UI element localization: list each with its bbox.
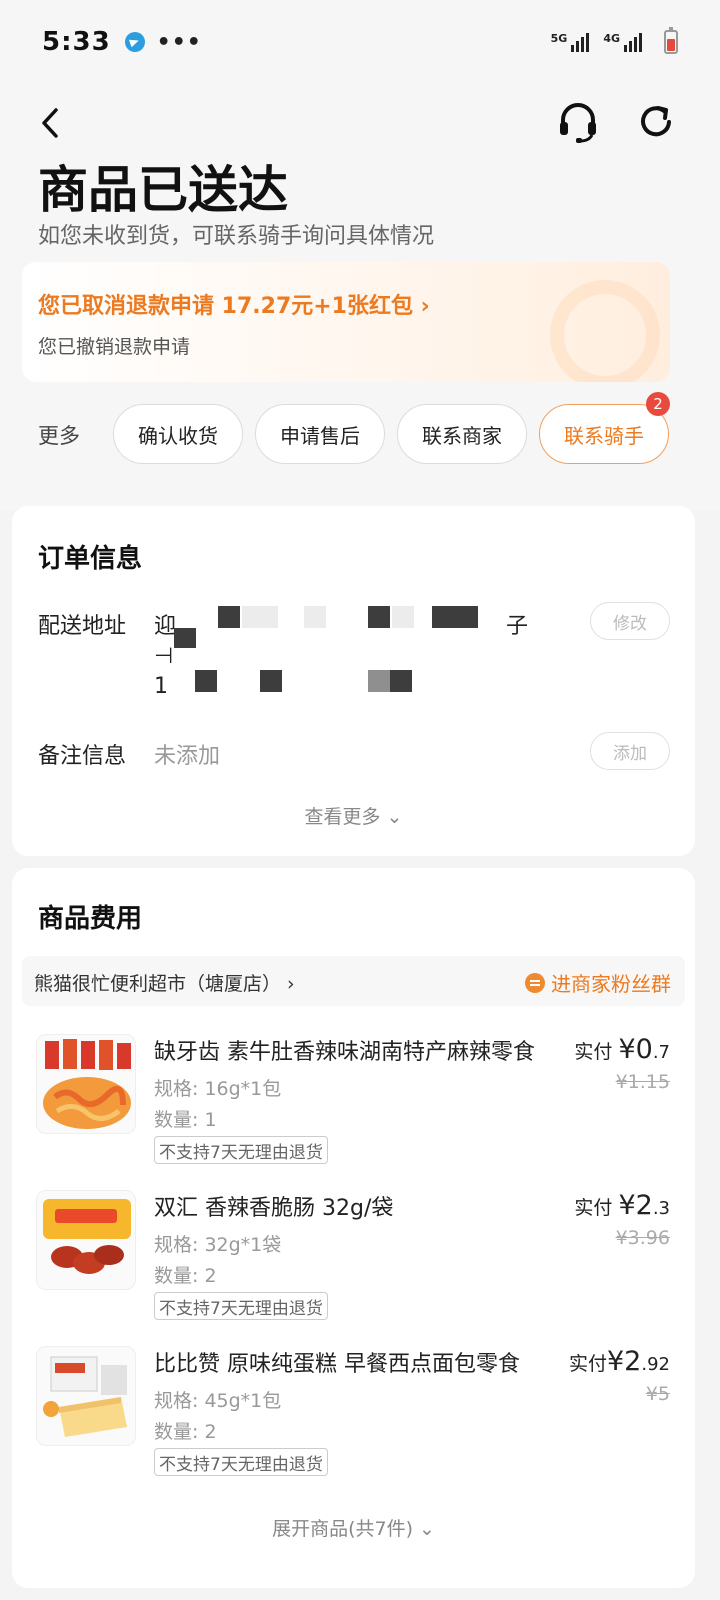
redaction-mask [392, 606, 414, 628]
refresh-button[interactable] [634, 100, 678, 144]
expand-products-link[interactable]: 展开商品(共7件) ⌄ [12, 1514, 695, 1541]
original-price: ¥3.96 [615, 1227, 670, 1249]
product-name: 双汇 香辣香脆肠 32g/袋 [154, 1196, 394, 1221]
refund-banner[interactable]: 您已取消退款申请 17.27元+1张红包 › 您已撤销退款申请 [22, 262, 670, 382]
address-line-2: ⊣ [154, 644, 174, 669]
product-name: 缺牙齿 素牛肚香辣味湖南特产麻辣零食 [154, 1040, 535, 1065]
redaction-mask [218, 606, 240, 628]
note-value: 未添加 [154, 744, 221, 769]
more-actions-button[interactable]: 更多 [38, 420, 80, 450]
back-button[interactable] [36, 106, 66, 140]
original-price: ¥1.15 [615, 1071, 670, 1093]
chat-icon [525, 972, 545, 993]
status-time: 5:33 [42, 27, 111, 57]
product-item[interactable]: 双汇 香辣香脆肠 32g/袋 规格: 32g*1袋 数量: 2 不支持7天无理由… [12, 1190, 695, 1340]
join-fan-group-button[interactable]: 进商家粉丝群 [525, 968, 671, 997]
page-title: 商品已送达 [38, 161, 288, 219]
redaction-mask [195, 670, 217, 692]
clock-decoration-icon [550, 280, 660, 382]
product-image [36, 1346, 136, 1446]
redaction-mask [368, 606, 390, 628]
confirm-receipt-button[interactable]: 确认收货 [113, 404, 243, 464]
product-spec: 规格: 16g*1包 [154, 1078, 282, 1100]
refresh-icon [641, 106, 671, 137]
telegram-icon [124, 32, 145, 52]
note-label: 备注信息 [38, 744, 127, 769]
product-price: 实付 ¥2.3 ¥3.96 [574, 1190, 670, 1249]
redaction-mask [432, 606, 478, 628]
product-spec: 规格: 45g*1包 [154, 1390, 282, 1412]
address-line-3: 1 [154, 674, 168, 699]
battery-icon [664, 27, 678, 54]
product-quantity: 数量: 2 [154, 1421, 217, 1443]
product-image [36, 1190, 136, 1290]
order-info-title: 订单信息 [38, 544, 143, 574]
store-name-link[interactable]: 熊猫很忙便利超市（塘厦店） › [34, 969, 295, 996]
contact-merchant-button[interactable]: 联系商家 [397, 404, 527, 464]
after-sale-button[interactable]: 申请售后 [255, 404, 385, 464]
redaction-mask [260, 670, 282, 692]
add-note-button[interactable]: 添加 [590, 732, 670, 770]
no-return-tag: 不支持7天无理由退货 [154, 1448, 328, 1476]
status-bar: 5:33 ••• 5G 4G [0, 0, 720, 84]
product-spec: 规格: 32g*1袋 [154, 1234, 282, 1256]
no-return-tag: 不支持7天无理由退货 [154, 1136, 328, 1164]
redaction-mask [174, 628, 196, 648]
product-quantity: 数量: 1 [154, 1109, 217, 1131]
address-label: 配送地址 [38, 614, 127, 639]
see-more-link[interactable]: 查看更多 ⌄ [12, 802, 695, 829]
modify-address-button[interactable]: 修改 [590, 602, 670, 640]
back-arrow-icon [42, 108, 58, 138]
address-text-end: 子 [506, 614, 529, 639]
product-name: 比比赞 原味纯蛋糕 早餐西点面包零食 [154, 1352, 520, 1377]
headset-icon [560, 103, 596, 143]
redaction-mask [368, 670, 390, 692]
goods-fee-title: 商品费用 [38, 904, 143, 934]
product-item[interactable]: 缺牙齿 素牛肚香辣味湖南特产麻辣零食 规格: 16g*1包 数量: 1 不支持7… [12, 1034, 695, 1184]
signal-5g-icon: 5G [551, 32, 590, 52]
no-return-tag: 不支持7天无理由退货 [154, 1292, 328, 1320]
product-price: 实付¥2.92 ¥5 [568, 1346, 670, 1405]
original-price: ¥5 [645, 1383, 670, 1405]
order-info-card: 订单信息 配送地址 迎 子 ⊣ 1 修改 备注信息 未添加 添加 查看更多 ⌄ [12, 506, 695, 856]
product-image [36, 1034, 136, 1134]
customer-service-button[interactable] [556, 100, 600, 144]
goods-fee-card: 商品费用 熊猫很忙便利超市（塘厦店） › 进商家粉丝群 缺牙齿 素牛肚香辣味湖南… [12, 868, 695, 1588]
product-quantity: 数量: 2 [154, 1265, 217, 1287]
fan-group-label: 进商家粉丝群 [551, 972, 671, 996]
store-bar: 熊猫很忙便利超市（塘厦店） › 进商家粉丝群 [22, 956, 685, 1006]
product-price: 实付 ¥0.7 ¥1.15 [574, 1034, 670, 1093]
refund-status-link[interactable]: 您已取消退款申请 17.27元+1张红包 › [38, 288, 430, 320]
rider-message-badge: 2 [646, 392, 670, 416]
address-text-start: 迎 [154, 614, 177, 639]
redaction-mask [242, 606, 278, 628]
redaction-mask [390, 670, 412, 692]
signal-4g-icon: 4G [603, 32, 642, 52]
product-item[interactable]: 比比赞 原味纯蛋糕 早餐西点面包零食 规格: 45g*1包 数量: 2 不支持7… [12, 1346, 695, 1496]
more-notifications-icon: ••• [156, 29, 202, 55]
refund-status-detail: 您已撤销退款申请 [38, 336, 191, 358]
page-subtitle: 如您未收到货，可联系骑手询问具体情况 [38, 224, 435, 249]
redaction-mask [304, 606, 326, 628]
